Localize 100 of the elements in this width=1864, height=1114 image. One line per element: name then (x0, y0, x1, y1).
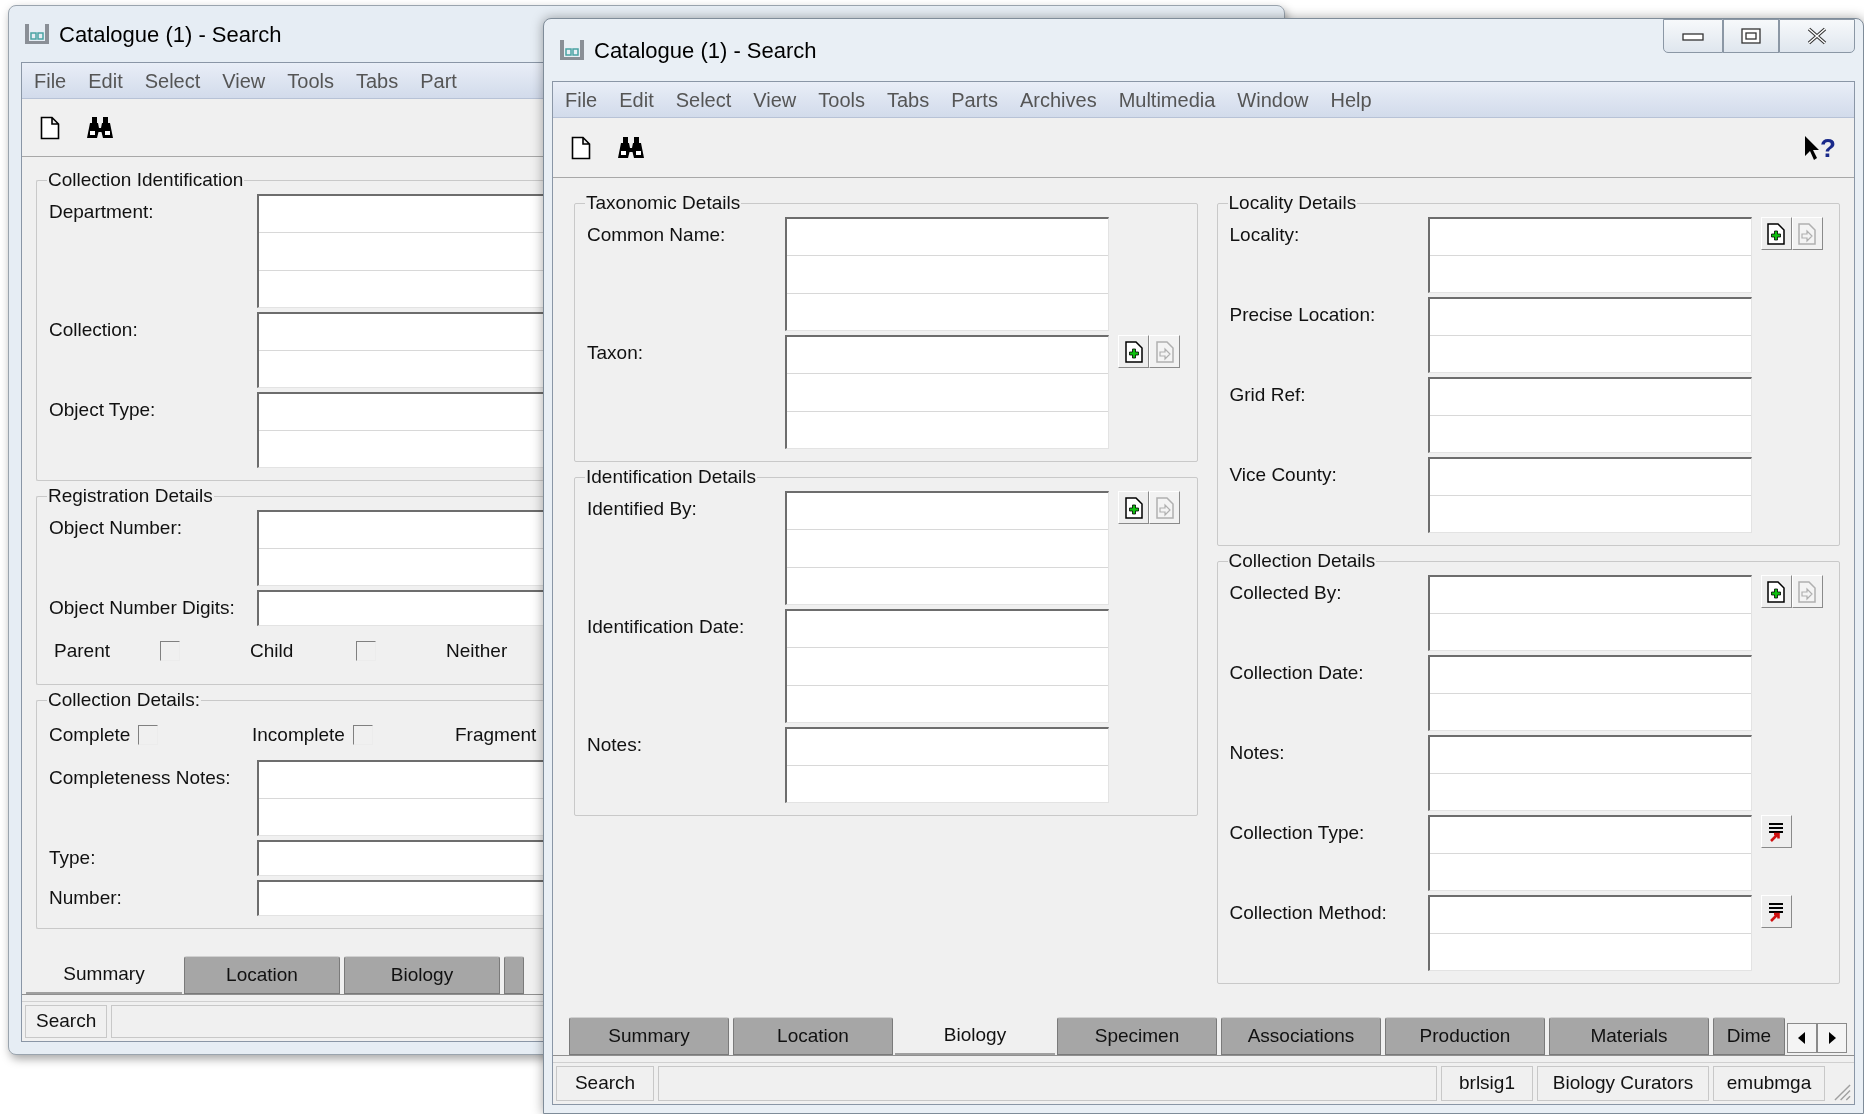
group-title: Taxonomic Details (585, 192, 742, 214)
text-field[interactable] (785, 335, 1109, 449)
menu-item[interactable]: Archives (1008, 84, 1108, 115)
menu-item[interactable]: File (23, 65, 78, 96)
menu-item[interactable]: Parts (940, 84, 1009, 115)
add-document-icon (1766, 222, 1786, 245)
window-title: Catalogue (1) - Search (594, 36, 817, 65)
text-field[interactable] (257, 194, 544, 308)
field-label: Object Number Digits: (49, 596, 236, 620)
checkbox-label: Incomplete (252, 722, 345, 747)
lookup-button[interactable] (1760, 815, 1792, 848)
new-document-icon[interactable] (40, 115, 60, 140)
text-field[interactable] (257, 840, 544, 876)
text-field[interactable] (1427, 735, 1752, 811)
text-field[interactable] (257, 392, 544, 468)
menu-item[interactable]: View (742, 84, 808, 115)
minimize-icon (1682, 31, 1704, 41)
field-label: Notes: (1229, 741, 1286, 765)
text-field[interactable] (257, 312, 544, 388)
menu-item[interactable]: Window (1226, 84, 1320, 115)
text-field[interactable] (1427, 297, 1752, 373)
add-record-button[interactable] (1760, 575, 1792, 608)
add-document-icon (1123, 496, 1144, 519)
checkbox-label: Parent (54, 638, 111, 663)
tab[interactable]: Production (1385, 1017, 1545, 1055)
field-label: Object Number: (49, 516, 184, 540)
text-field[interactable] (257, 510, 544, 586)
text-field[interactable] (257, 880, 544, 916)
scroll-left-button[interactable] (1787, 1023, 1817, 1053)
checkbox[interactable] (352, 725, 373, 745)
checkbox[interactable] (160, 641, 180, 661)
status-panel: brlsig1 (1441, 1066, 1533, 1101)
search-icon[interactable] (86, 115, 114, 140)
tab[interactable]: Location (184, 956, 340, 994)
tab[interactable]: Biology (344, 956, 500, 994)
text-field[interactable] (785, 217, 1109, 331)
menu-item[interactable]: View (211, 65, 277, 96)
text-field[interactable] (1427, 575, 1752, 651)
group-title: Collection Identification (47, 169, 245, 191)
menu-item[interactable]: Tabs (345, 65, 410, 96)
menu-item[interactable]: Edit (608, 84, 665, 115)
add-record-button[interactable] (1118, 335, 1149, 368)
menu-item[interactable]: Tabs (876, 84, 941, 115)
checkbox[interactable] (356, 641, 376, 661)
menu-item[interactable]: Select (664, 84, 743, 115)
menu-item[interactable]: Select (133, 65, 212, 96)
menu-item[interactable]: File (554, 84, 609, 115)
app-icon (558, 38, 586, 62)
group-title: Identification Details (585, 466, 758, 488)
right-arrow-icon (1828, 1032, 1836, 1044)
menu-item[interactable]: Tools (807, 84, 876, 115)
close-icon (1806, 27, 1828, 45)
maximize-button[interactable] (1723, 19, 1779, 53)
tab[interactable]: Specimen (1057, 1017, 1217, 1055)
text-field[interactable] (1427, 457, 1752, 533)
new-document-icon[interactable] (571, 135, 591, 160)
field-label: Common Name: (587, 223, 727, 247)
text-field[interactable] (1427, 655, 1752, 731)
text-field[interactable] (257, 590, 544, 626)
text-field[interactable] (1427, 895, 1752, 971)
text-field[interactable] (1427, 217, 1752, 293)
status-panel: Biology Curators (1537, 1066, 1709, 1101)
menu-item[interactable]: Part (409, 65, 468, 96)
text-field[interactable] (785, 609, 1109, 723)
menu-item[interactable]: Edit (77, 65, 134, 96)
tab[interactable]: Materials (1549, 1017, 1709, 1055)
help-pointer-button[interactable]: ? (1804, 134, 1836, 161)
text-field[interactable] (785, 727, 1109, 803)
add-record-button[interactable] (1760, 217, 1792, 250)
menu-item[interactable]: Tools (276, 65, 345, 96)
close-button[interactable] (1779, 19, 1855, 53)
search-icon[interactable] (617, 135, 645, 160)
checkbox[interactable] (138, 725, 159, 745)
document-arrow-icon (1797, 580, 1817, 603)
scroll-right-button[interactable] (1817, 1023, 1847, 1053)
tab[interactable]: Associations (1221, 1017, 1381, 1055)
maximize-icon (1741, 28, 1761, 44)
text-field[interactable] (1427, 815, 1752, 891)
menu-item[interactable]: Multimedia (1107, 84, 1227, 115)
text-field[interactable] (1427, 377, 1752, 453)
checkbox-label: Complete (49, 722, 131, 747)
lookup-button[interactable] (1760, 895, 1792, 928)
tab[interactable]: Summary (569, 1017, 729, 1055)
text-field[interactable] (257, 760, 544, 836)
window-title: Catalogue (1) - Search (59, 20, 282, 49)
add-record-button[interactable] (1118, 491, 1149, 524)
checkbox-label: Fragment (455, 722, 537, 747)
field-label: Completeness Notes: (49, 766, 232, 790)
tab[interactable] (504, 956, 524, 994)
field-label: Object Type: (49, 398, 157, 422)
tab[interactable]: Dime (1713, 1017, 1785, 1055)
field-label: Department: (49, 200, 155, 224)
field-label: Grid Ref: (1229, 383, 1307, 407)
checkbox-label: Neither (446, 638, 509, 663)
minimize-button[interactable] (1663, 19, 1723, 53)
field-label: Precise Location: (1229, 303, 1377, 327)
menu-item[interactable]: Help (1319, 84, 1383, 115)
tab[interactable]: Location (733, 1017, 893, 1055)
text-field[interactable] (785, 491, 1109, 605)
field-label: Collection: (49, 318, 139, 342)
